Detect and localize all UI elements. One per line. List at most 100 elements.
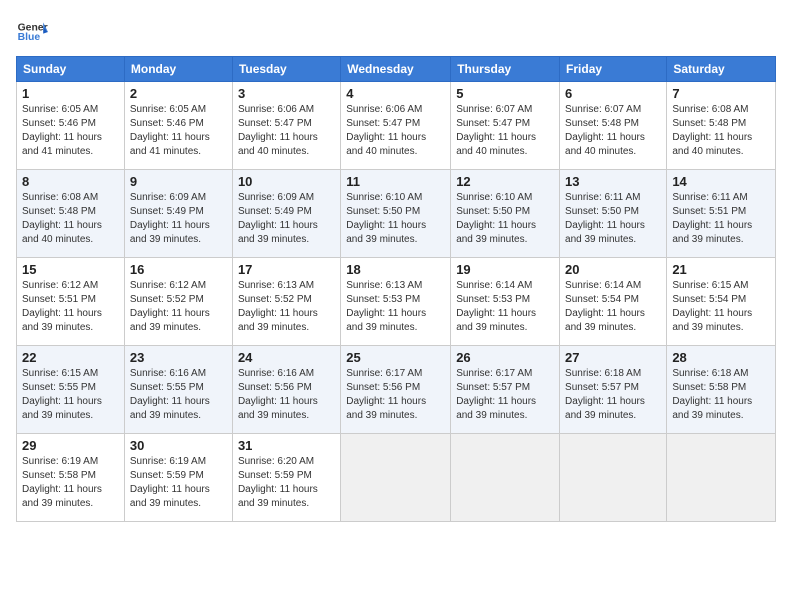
calendar-cell: 4Sunrise: 6:06 AMSunset: 5:47 PMDaylight… [341, 82, 451, 170]
day-number: 3 [238, 86, 335, 101]
day-number: 5 [456, 86, 554, 101]
calendar-cell: 20 Sunrise: 6:14 AMSunset: 5:54 PMDayligh… [560, 258, 667, 346]
calendar-cell: 17 Sunrise: 6:13 AMSunset: 5:52 PMDayligh… [232, 258, 340, 346]
calendar-cell: 14 Sunrise: 6:11 AMSunset: 5:51 PMDayligh… [667, 170, 776, 258]
calendar-cell: 9 Sunrise: 6:09 AMSunset: 5:49 PMDaylight… [124, 170, 232, 258]
day-number: 29 [22, 438, 119, 453]
calendar-table: SundayMondayTuesdayWednesdayThursdayFrid… [16, 56, 776, 522]
calendar-header-row: SundayMondayTuesdayWednesdayThursdayFrid… [17, 57, 776, 82]
calendar-cell [451, 434, 560, 522]
calendar-week-row: 15 Sunrise: 6:12 AMSunset: 5:51 PMDayligh… [17, 258, 776, 346]
calendar-day-header: Thursday [451, 57, 560, 82]
day-info: Sunrise: 6:11 AMSunset: 5:50 PMDaylight:… [565, 191, 661, 247]
day-number: 20 [565, 262, 661, 277]
day-number: 7 [672, 86, 770, 101]
day-info: Sunrise: 6:12 AMSunset: 5:52 PMDaylight:… [130, 279, 227, 335]
day-info: Sunrise: 6:15 AMSunset: 5:54 PMDaylight:… [672, 279, 770, 335]
day-info: Sunrise: 6:09 AMSunset: 5:49 PMDaylight:… [130, 191, 227, 247]
calendar-day-header: Tuesday [232, 57, 340, 82]
calendar-week-row: 8 Sunrise: 6:08 AMSunset: 5:48 PMDaylight… [17, 170, 776, 258]
calendar-cell: 28 Sunrise: 6:18 AMSunset: 5:58 PMDayligh… [667, 346, 776, 434]
calendar-cell: 25 Sunrise: 6:17 AMSunset: 5:56 PMDayligh… [341, 346, 451, 434]
calendar-cell: 3Sunrise: 6:06 AMSunset: 5:47 PMDaylight… [232, 82, 340, 170]
day-info: Sunrise: 6:08 AMSunset: 5:48 PMDaylight:… [22, 191, 119, 247]
day-number: 24 [238, 350, 335, 365]
calendar-cell: 19Sunrise: 6:14 AMSunset: 5:53 PMDayligh… [451, 258, 560, 346]
svg-text:Blue: Blue [18, 32, 41, 43]
calendar-cell: 13Sunrise: 6:11 AMSunset: 5:50 PMDayligh… [560, 170, 667, 258]
day-info: Sunrise: 6:13 AMSunset: 5:52 PMDaylight:… [238, 279, 335, 335]
day-number: 17 [238, 262, 335, 277]
day-info: Sunrise: 6:06 AMSunset: 5:47 PMDaylight:… [346, 103, 445, 159]
calendar-cell: 2Sunrise: 6:05 AMSunset: 5:46 PMDaylight… [124, 82, 232, 170]
logo: General Blue [16, 16, 48, 48]
day-number: 6 [565, 86, 661, 101]
calendar-cell: 10 Sunrise: 6:09 AMSunset: 5:49 PMDayligh… [232, 170, 340, 258]
day-number: 23 [130, 350, 227, 365]
day-info: Sunrise: 6:07 AMSunset: 5:47 PMDaylight:… [456, 103, 554, 159]
day-number: 25 [346, 350, 445, 365]
day-info: Sunrise: 6:16 AMSunset: 5:55 PMDaylight:… [130, 367, 227, 423]
calendar-cell [341, 434, 451, 522]
day-info: Sunrise: 6:17 AMSunset: 5:56 PMDaylight:… [346, 367, 445, 423]
day-info: Sunrise: 6:18 AMSunset: 5:58 PMDaylight:… [672, 367, 770, 423]
day-info: Sunrise: 6:19 AMSunset: 5:58 PMDaylight:… [22, 455, 119, 511]
calendar-cell: 12 Sunrise: 6:10 AMSunset: 5:50 PMDayligh… [451, 170, 560, 258]
calendar-cell: 5 Sunrise: 6:07 AMSunset: 5:47 PMDaylight… [451, 82, 560, 170]
day-info: Sunrise: 6:08 AMSunset: 5:48 PMDaylight:… [672, 103, 770, 159]
day-number: 30 [130, 438, 227, 453]
calendar-cell: 16 Sunrise: 6:12 AMSunset: 5:52 PMDayligh… [124, 258, 232, 346]
day-number: 19 [456, 262, 554, 277]
calendar-cell: 27 Sunrise: 6:18 AMSunset: 5:57 PMDayligh… [560, 346, 667, 434]
calendar-week-row: 1 Sunrise: 6:05 AMSunset: 5:46 PMDaylight… [17, 82, 776, 170]
calendar-cell: 30 Sunrise: 6:19 AMSunset: 5:59 PMDayligh… [124, 434, 232, 522]
calendar-week-row: 22 Sunrise: 6:15 AMSunset: 5:55 PMDayligh… [17, 346, 776, 434]
calendar-cell: 29 Sunrise: 6:19 AMSunset: 5:58 PMDayligh… [17, 434, 125, 522]
day-number: 18 [346, 262, 445, 277]
day-number: 8 [22, 174, 119, 189]
day-info: Sunrise: 6:10 AMSunset: 5:50 PMDaylight:… [456, 191, 554, 247]
day-number: 14 [672, 174, 770, 189]
day-number: 26 [456, 350, 554, 365]
day-number: 9 [130, 174, 227, 189]
calendar-day-header: Wednesday [341, 57, 451, 82]
calendar-cell: 22 Sunrise: 6:15 AMSunset: 5:55 PMDayligh… [17, 346, 125, 434]
day-info: Sunrise: 6:07 AMSunset: 5:48 PMDaylight:… [565, 103, 661, 159]
calendar-cell: 26 Sunrise: 6:17 AMSunset: 5:57 PMDayligh… [451, 346, 560, 434]
calendar-cell [667, 434, 776, 522]
day-info: Sunrise: 6:18 AMSunset: 5:57 PMDaylight:… [565, 367, 661, 423]
day-info: Sunrise: 6:12 AMSunset: 5:51 PMDaylight:… [22, 279, 119, 335]
calendar-cell: 15 Sunrise: 6:12 AMSunset: 5:51 PMDayligh… [17, 258, 125, 346]
day-number: 22 [22, 350, 119, 365]
calendar-cell: 8 Sunrise: 6:08 AMSunset: 5:48 PMDaylight… [17, 170, 125, 258]
day-number: 10 [238, 174, 335, 189]
day-info: Sunrise: 6:14 AMSunset: 5:54 PMDaylight:… [565, 279, 661, 335]
day-number: 28 [672, 350, 770, 365]
day-number: 12 [456, 174, 554, 189]
day-info: Sunrise: 6:15 AMSunset: 5:55 PMDaylight:… [22, 367, 119, 423]
calendar-cell: 24 Sunrise: 6:16 AMSunset: 5:56 PMDayligh… [232, 346, 340, 434]
day-number: 11 [346, 174, 445, 189]
calendar-day-header: Monday [124, 57, 232, 82]
day-number: 15 [22, 262, 119, 277]
calendar-cell: 6 Sunrise: 6:07 AMSunset: 5:48 PMDaylight… [560, 82, 667, 170]
day-info: Sunrise: 6:19 AMSunset: 5:59 PMDaylight:… [130, 455, 227, 511]
day-number: 27 [565, 350, 661, 365]
day-number: 1 [22, 86, 119, 101]
logo-icon: General Blue [16, 16, 48, 48]
day-number: 21 [672, 262, 770, 277]
calendar-cell [560, 434, 667, 522]
calendar-cell: 23 Sunrise: 6:16 AMSunset: 5:55 PMDayligh… [124, 346, 232, 434]
calendar-cell: 7 Sunrise: 6:08 AMSunset: 5:48 PMDaylight… [667, 82, 776, 170]
day-info: Sunrise: 6:05 AMSunset: 5:46 PMDaylight:… [22, 103, 119, 159]
day-info: Sunrise: 6:16 AMSunset: 5:56 PMDaylight:… [238, 367, 335, 423]
day-number: 16 [130, 262, 227, 277]
day-info: Sunrise: 6:11 AMSunset: 5:51 PMDaylight:… [672, 191, 770, 247]
day-info: Sunrise: 6:17 AMSunset: 5:57 PMDaylight:… [456, 367, 554, 423]
day-info: Sunrise: 6:09 AMSunset: 5:49 PMDaylight:… [238, 191, 335, 247]
day-number: 2 [130, 86, 227, 101]
calendar-cell: 1 Sunrise: 6:05 AMSunset: 5:46 PMDaylight… [17, 82, 125, 170]
calendar-cell: 11Sunrise: 6:10 AMSunset: 5:50 PMDayligh… [341, 170, 451, 258]
day-info: Sunrise: 6:13 AMSunset: 5:53 PMDaylight:… [346, 279, 445, 335]
day-number: 31 [238, 438, 335, 453]
